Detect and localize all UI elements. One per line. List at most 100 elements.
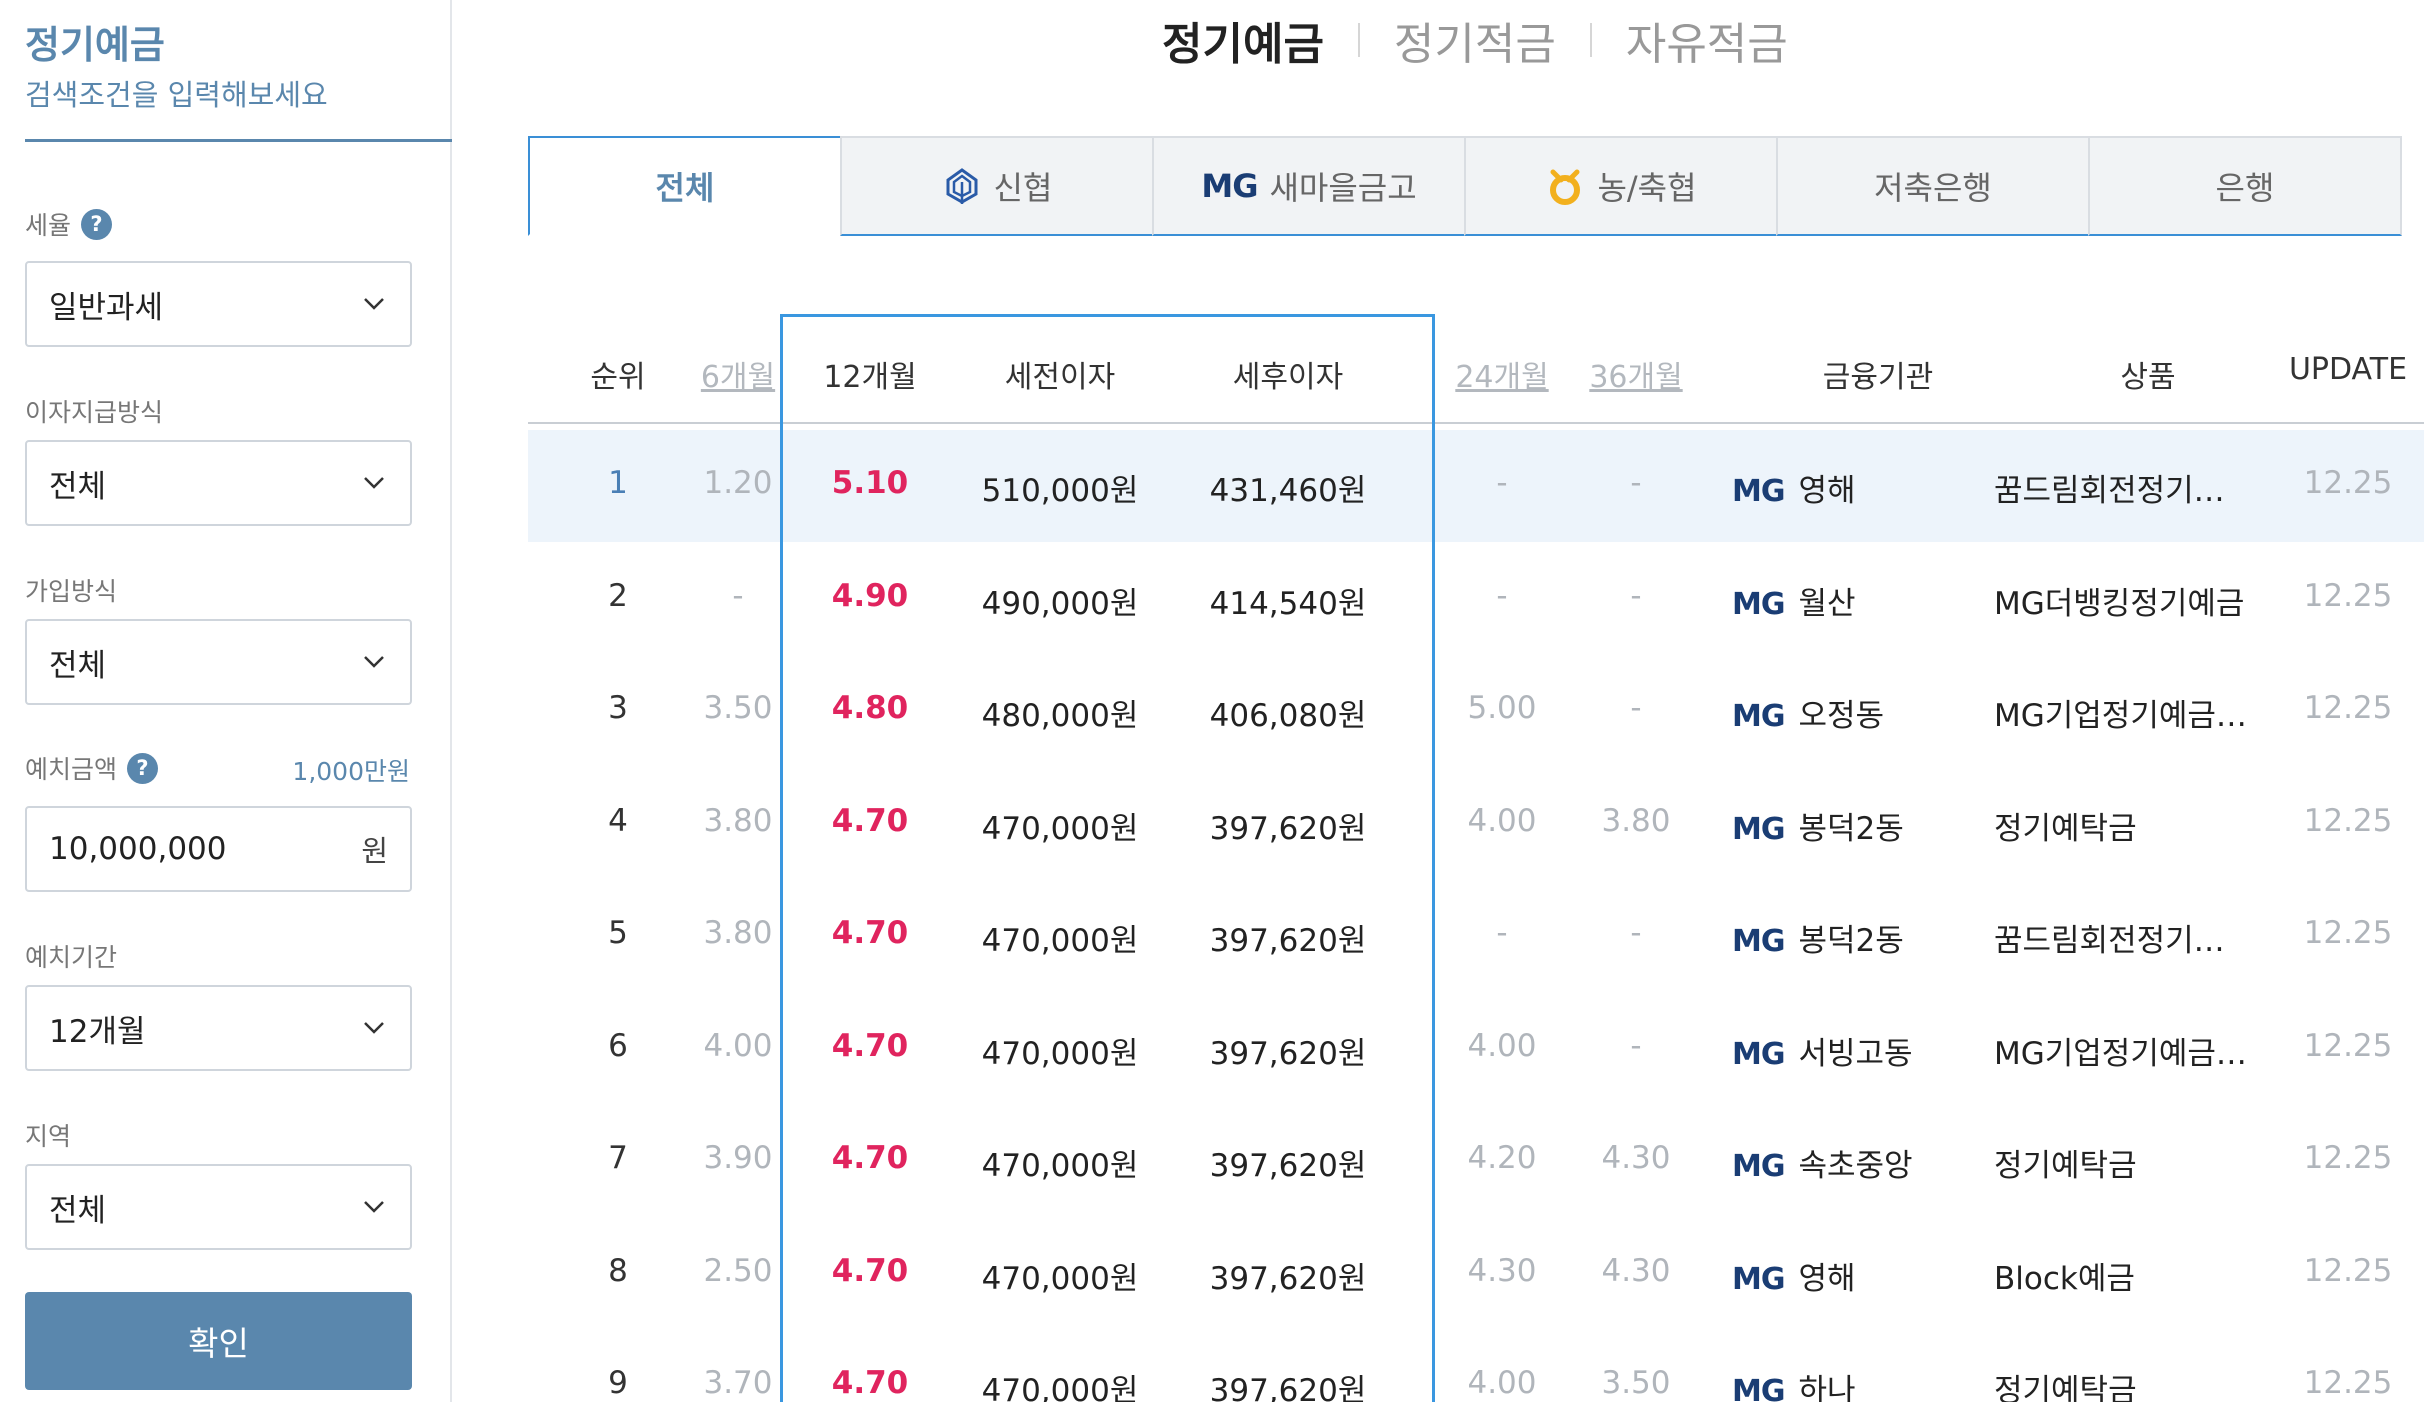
cell-institution: MG 봉덕2동 xyxy=(1732,803,1992,848)
cell-36m: 3.80 xyxy=(1601,802,1671,839)
table-row[interactable]: 1 1.20 5.10 510,000원 431,460원 - - 12.25 MG 영해 꿈드림회… xyxy=(528,430,2424,542)
tab-fixed-deposit[interactable]: 정기예금 xyxy=(1162,8,1324,72)
institution-name: 하나 xyxy=(1798,1373,1856,1402)
cell-12m-rate: 4.90 xyxy=(831,577,909,614)
header-rank: 순위 xyxy=(590,360,646,395)
cell-product[interactable]: MG기업정기예금… xyxy=(1994,690,2274,735)
tab-bank[interactable]: 은행 xyxy=(2088,136,2402,236)
institution-name: 영해 xyxy=(1798,473,1856,509)
sidebar-divider xyxy=(25,139,452,142)
table-row[interactable]: 9 3.70 4.70 470,000원 397,620원 4.00 3.50 12.25 MG… xyxy=(528,1330,2424,1402)
tab-savings-bank[interactable]: 저축은행 xyxy=(1776,136,2090,236)
header-6m[interactable]: 6개월 xyxy=(678,352,798,396)
institution-name: 오정동 xyxy=(1798,698,1885,734)
header-update: UPDATE xyxy=(2288,352,2408,387)
chevron-down-icon xyxy=(360,469,388,497)
tab-installment-savings[interactable]: 정기적금 xyxy=(1394,8,1556,72)
region-label-text: 지역 xyxy=(25,1122,72,1151)
cell-product[interactable]: MG기업정기예금… xyxy=(1994,1028,2274,1073)
cell-36m: - xyxy=(1630,465,1642,501)
cell-6m: 4.00 xyxy=(703,1027,773,1064)
cell-institution: MG 하나 xyxy=(1732,1365,1992,1402)
cell-24m: 4.00 xyxy=(1467,1027,1537,1064)
chevron-down-icon xyxy=(360,1193,388,1221)
institution-tabs: 전체 신협 MG 새마을금고 농/축협 저축은행 은행 xyxy=(528,136,2412,236)
cell-institution: MG 오정동 xyxy=(1732,690,1992,735)
cell-pretax: 470,000원 xyxy=(981,810,1139,847)
cell-36m: 3.50 xyxy=(1601,1365,1671,1401)
cell-rank: 7 xyxy=(608,1140,628,1176)
cell-24m: 5.00 xyxy=(1467,690,1537,726)
chevron-down-icon xyxy=(360,1014,388,1042)
cell-rank: 3 xyxy=(608,690,628,726)
cell-12m-rate: 5.10 xyxy=(831,465,909,501)
cell-product[interactable]: 정기예탁금 xyxy=(1994,803,2274,848)
tab-shinhyup[interactable]: 신협 xyxy=(840,136,1154,236)
region-select[interactable]: 전체 xyxy=(25,1164,412,1250)
chevron-down-icon xyxy=(360,290,388,318)
cell-pretax: 480,000원 xyxy=(981,698,1139,734)
interest-method-label-text: 이자지급방식 xyxy=(25,398,164,427)
period-label: 예치기간 xyxy=(25,938,117,974)
join-method-label: 가입방식 xyxy=(25,572,117,608)
institution-name: 월산 xyxy=(1798,585,1856,622)
institution-name: 속초중앙 xyxy=(1798,1148,1913,1184)
cell-posttax: 397,620원 xyxy=(1209,1373,1367,1402)
tab-free-savings[interactable]: 자유적금 xyxy=(1626,8,1788,72)
table-row[interactable]: 8 2.50 4.70 470,000원 397,620원 4.30 4.30 12.25 MG… xyxy=(528,1218,2424,1330)
table-row[interactable]: 7 3.90 4.70 470,000원 397,620원 4.20 4.30 12.25 MG… xyxy=(528,1105,2424,1217)
cell-posttax: 397,620원 xyxy=(1209,923,1367,959)
tab-all[interactable]: 전체 xyxy=(528,136,842,236)
tab-saemaeul[interactable]: MG 새마을금고 xyxy=(1152,136,1466,236)
tab-separator xyxy=(1357,23,1360,57)
deposit-amount-input[interactable]: 10,000,000 원 xyxy=(25,806,412,892)
cell-update: 12.25 xyxy=(2303,690,2393,726)
tab-nonghyup[interactable]: 농/축협 xyxy=(1464,136,1778,236)
header-36m[interactable]: 36개월 xyxy=(1576,352,1696,396)
cell-24m: - xyxy=(1496,915,1508,951)
cell-product[interactable]: MG더뱅킹정기예금 xyxy=(1994,578,2274,623)
mg-logo-icon: MG xyxy=(1732,474,1785,509)
confirm-button[interactable]: 확인 xyxy=(25,1292,412,1390)
cell-12m-rate: 4.70 xyxy=(831,1140,909,1176)
cell-36m: - xyxy=(1630,690,1642,726)
cell-institution: MG 서빙고동 xyxy=(1732,1028,1992,1073)
deposit-label-row: 예치금액 ? xyxy=(25,750,159,786)
cell-posttax: 414,540원 xyxy=(1209,585,1367,622)
mg-logo-icon: MG xyxy=(1201,167,1258,205)
help-icon[interactable]: ? xyxy=(127,752,159,784)
cell-update: 12.25 xyxy=(2303,1140,2393,1176)
header-12m[interactable]: 12개월 xyxy=(800,352,940,396)
help-icon[interactable]: ? xyxy=(81,208,113,240)
table-row[interactable]: 5 3.80 4.70 470,000원 397,620원 - - 12.25 MG 봉덕2동 꿈드… xyxy=(528,880,2424,992)
region-label: 지역 xyxy=(25,1117,71,1153)
tax-select[interactable]: 일반과세 xyxy=(25,261,412,347)
cell-update: 12.25 xyxy=(2303,915,2393,951)
cell-12m-rate: 4.70 xyxy=(831,1027,909,1064)
header-pretax: 세전이자 xyxy=(1004,360,1116,395)
cell-product[interactable]: 꿈드림회전정기… xyxy=(1994,915,2274,960)
interest-method-select[interactable]: 전체 xyxy=(25,440,412,526)
table-row[interactable]: 4 3.80 4.70 470,000원 397,620원 4.00 3.80 12.25 MG… xyxy=(528,768,2424,880)
chevron-down-icon xyxy=(360,648,388,676)
cell-rank: 4 xyxy=(608,802,628,839)
cell-product[interactable]: 정기예탁금 xyxy=(1994,1365,2274,1402)
interest-method-value: 전체 xyxy=(49,468,107,505)
shinhyup-logo-icon xyxy=(942,166,982,206)
cell-product[interactable]: 꿈드림회전정기… xyxy=(1994,465,2274,510)
table-row[interactable]: 3 3.50 4.80 480,000원 406,080원 5.00 - 12.25 MG 오정동… xyxy=(528,655,2424,767)
cell-institution: MG 봉덕2동 xyxy=(1732,915,1992,960)
deposit-label: 예치금액 xyxy=(25,755,118,784)
cell-6m: 3.80 xyxy=(703,915,773,951)
join-method-select[interactable]: 전체 xyxy=(25,619,412,705)
region-value: 전체 xyxy=(49,1192,107,1229)
cell-institution: MG 영해 xyxy=(1732,465,1992,510)
table-row[interactable]: 2 - 4.90 490,000원 414,540원 - - 12.25 MG 월산 MG더뱅킹정기… xyxy=(528,543,2424,655)
period-select[interactable]: 12개월 xyxy=(25,985,412,1071)
cell-product[interactable]: 정기예탁금 xyxy=(1994,1140,2274,1185)
table-row[interactable]: 6 4.00 4.70 470,000원 397,620원 4.00 - 12.25 MG 서빙고… xyxy=(528,993,2424,1105)
cell-product[interactable]: Block예금 xyxy=(1994,1253,2274,1298)
header-24m[interactable]: 24개월 xyxy=(1442,352,1562,396)
cell-posttax: 397,620원 xyxy=(1209,1035,1367,1072)
cell-rank: 1 xyxy=(608,465,628,501)
